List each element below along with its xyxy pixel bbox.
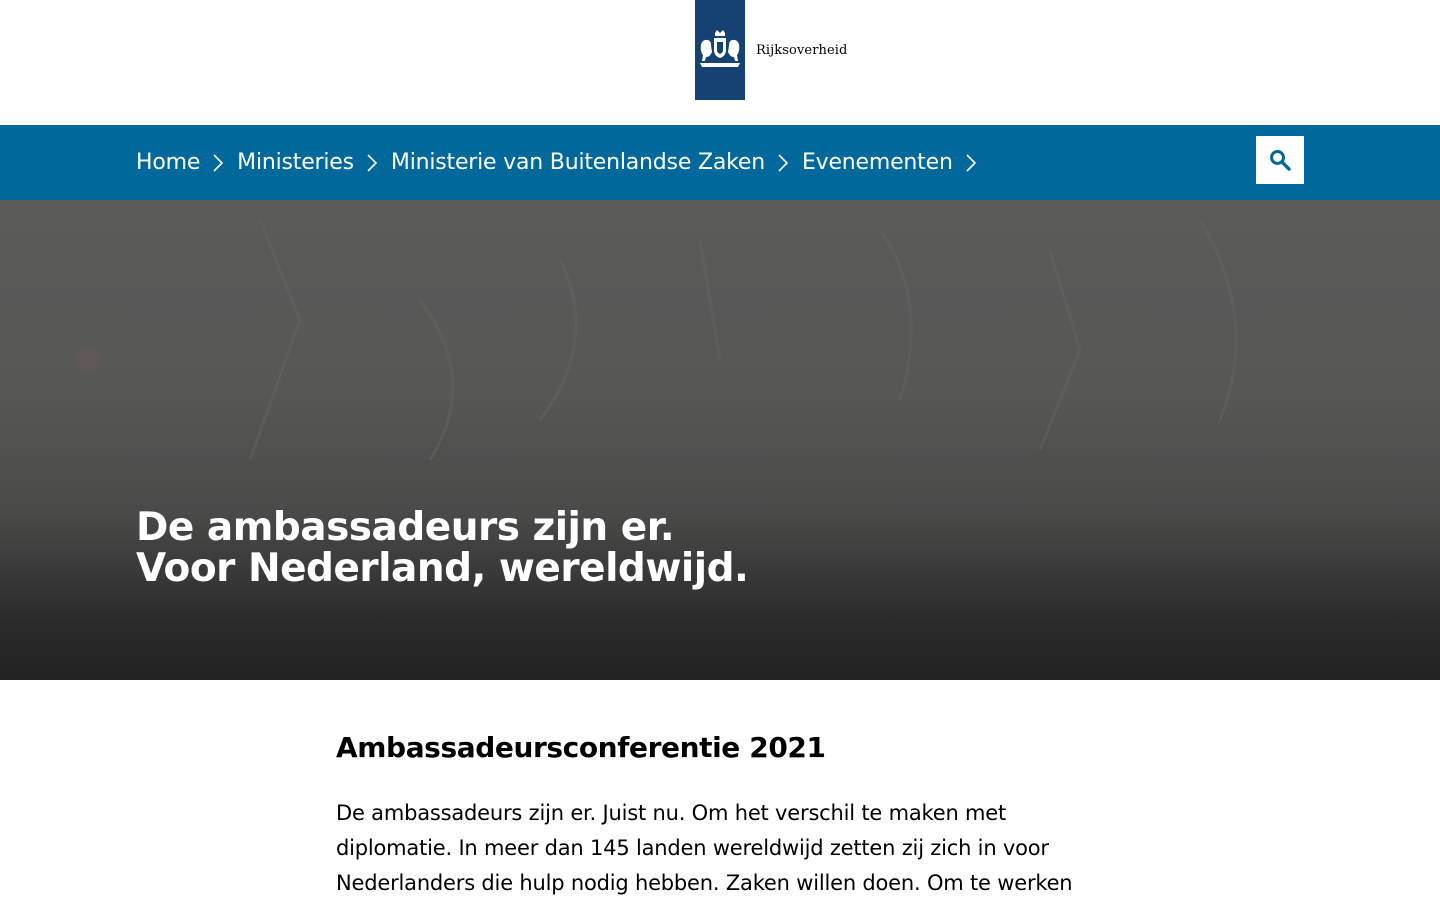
logo-text: Rijksoverheid: [756, 42, 848, 58]
chevron-right-icon: [778, 153, 789, 172]
breadcrumb-item-buza: Ministerie van Buitenlandse Zaken: [391, 150, 802, 175]
breadcrumb-bar: Home Ministeries Ministerie van Buitenla…: [0, 125, 1440, 200]
chevron-right-icon: [367, 153, 378, 172]
breadcrumb-link-ministeries[interactable]: Ministeries: [237, 150, 354, 175]
site-header: Rijksoverheid: [0, 0, 1440, 125]
breadcrumb-item-ministeries: Ministeries: [237, 150, 391, 175]
rijksoverheid-emblem-logo: [695, 0, 745, 100]
search-icon: [1270, 150, 1291, 171]
search-button[interactable]: [1256, 136, 1304, 184]
hero-background-image: [76, 219, 1238, 461]
breadcrumb-link-evenementen[interactable]: Evenementen: [802, 150, 953, 175]
main-content: Ambassadeursconferentie 2021 De ambassad…: [336, 680, 1104, 900]
rijksoverheid-logo-link[interactable]: Rijksoverheid: [695, 0, 847, 100]
breadcrumb-link-home[interactable]: Home: [136, 150, 200, 175]
breadcrumb-item-home: Home: [136, 150, 237, 175]
hero-title: De ambassadeurs zijn er. Voor Nederland,…: [136, 505, 749, 591]
coat-of-arms-icon: [700, 30, 740, 67]
content-heading: Ambassadeursconferentie 2021: [336, 731, 826, 764]
breadcrumb-link-buza[interactable]: Ministerie van Buitenlandse Zaken: [391, 150, 765, 175]
content-body-text: De ambassadeurs zijn er. Juist nu. Om he…: [336, 801, 1073, 895]
breadcrumb-item-evenementen: Evenementen: [802, 150, 990, 175]
hero-banner: De ambassadeurs zijn er. Voor Nederland,…: [0, 200, 1440, 680]
chevron-right-icon: [213, 153, 224, 172]
breadcrumb: Home Ministeries Ministerie van Buitenla…: [136, 125, 990, 200]
chevron-right-icon: [966, 153, 976, 172]
